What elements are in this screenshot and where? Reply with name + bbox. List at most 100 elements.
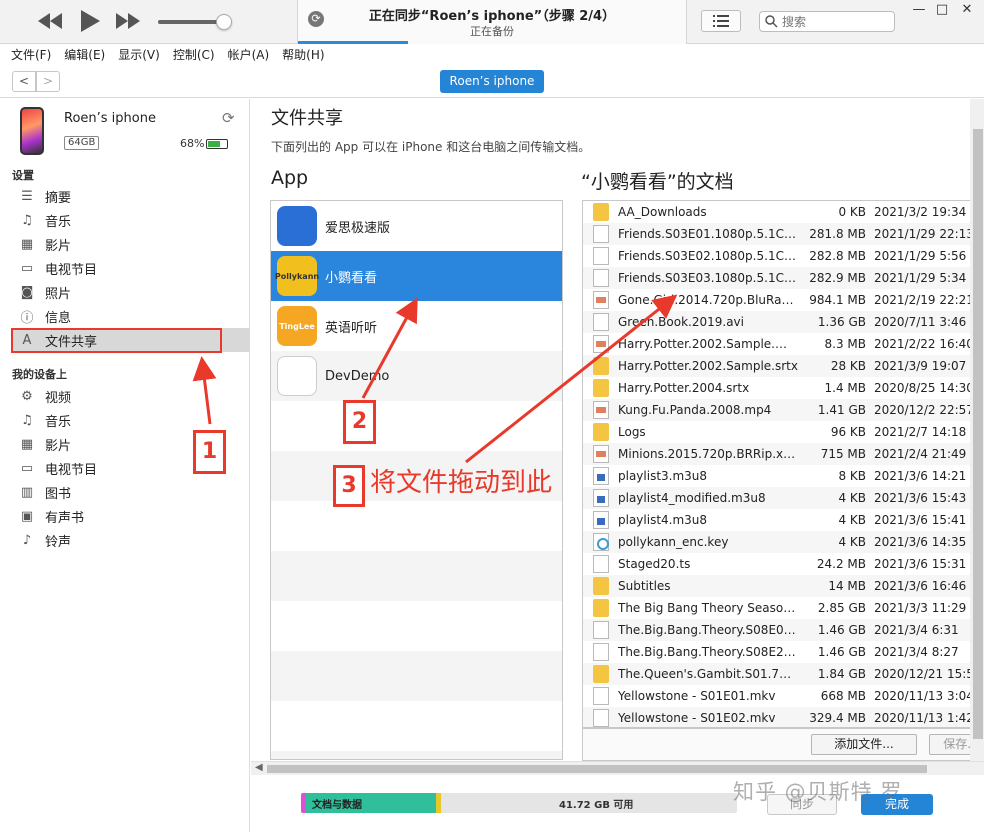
menu-account[interactable]: 帐户(A) xyxy=(228,46,270,63)
my-device-header: 我的设备上 xyxy=(12,368,67,381)
document-footer: 添加文件... 保存... xyxy=(582,728,984,761)
done-button[interactable]: 完成 xyxy=(861,794,933,815)
document-date: 2021/3/3 11:29 xyxy=(874,601,967,615)
document-size: 281.8 MB xyxy=(809,227,866,241)
document-row[interactable]: Friends.S03E01.1080p.5.1Ch.... 281.8 MB 20… xyxy=(583,223,984,245)
device-sync-icon[interactable]: ⟳ xyxy=(222,109,235,127)
minimize-button[interactable]: — xyxy=(908,2,930,18)
folder-icon xyxy=(593,599,609,617)
sync-subtitle: 正在备份 xyxy=(470,25,514,38)
music-icon: ♫ xyxy=(21,412,33,428)
device-name: Roen’s iphone xyxy=(64,111,156,126)
document-date: 2021/3/6 15:41 xyxy=(874,513,967,527)
document-row[interactable]: Green.Book.2019.avi 1.36 GB 2020/7/11 3:46 xyxy=(583,311,984,333)
document-row[interactable]: Harry.Potter.2004.srtx 1.4 MB 2020/8/25 14… xyxy=(583,377,984,399)
scroll-left-icon[interactable]: ◀ xyxy=(255,762,263,773)
document-name: The.Big.Bang.Theory.S08E03.... xyxy=(618,623,798,637)
search-field[interactable] xyxy=(759,11,895,32)
document-row[interactable]: playlist4.m3u8 4 KB 2021/3/6 15:41 xyxy=(583,509,984,531)
back-button[interactable]: < xyxy=(12,71,36,92)
forward-button[interactable] xyxy=(114,8,142,34)
vertical-scrollbar[interactable] xyxy=(970,99,984,761)
document-row[interactable]: playlist4_modified.m3u8 4 KB 2021/3/6 15:4… xyxy=(583,487,984,509)
document-row[interactable]: playlist3.m3u8 8 KB 2021/3/6 14:21 xyxy=(583,465,984,487)
video-icon xyxy=(593,401,609,419)
sidebar-item[interactable]: A 文件共享 xyxy=(12,328,250,352)
document-size: 14 MB xyxy=(828,579,866,593)
device-button[interactable]: Roen’s iphone xyxy=(440,70,544,93)
file-icon xyxy=(593,247,609,265)
sidebar-item[interactable]: ♫ 音乐 xyxy=(12,408,250,432)
document-row[interactable]: Harry.Potter.2002.Sample.srtx 28 KB 2021/3… xyxy=(583,355,984,377)
sidebar-item-label: 摘要 xyxy=(45,190,72,206)
sidebar-item[interactable]: ⚙ 视频 xyxy=(12,384,250,408)
document-size: 1.36 GB xyxy=(817,315,866,329)
video-icon xyxy=(593,335,609,353)
menu-controls[interactable]: 控制(C) xyxy=(173,46,215,63)
sync-title: 正在同步“Roen’s iphone”（步骤 2/4） xyxy=(368,9,616,24)
horizontal-scroll-thumb[interactable] xyxy=(267,765,927,773)
menu-edit[interactable]: 编辑(E) xyxy=(64,46,105,63)
app-list-item[interactable]: 爱思极速版 xyxy=(271,201,562,251)
sidebar-item[interactable]: ♪ 铃声 xyxy=(12,528,250,552)
document-row[interactable]: Yellowstone - S01E02.mkv 329.4 MB 2020/11/… xyxy=(583,707,984,727)
summary-icon: ☰ xyxy=(21,188,33,204)
rewind-button[interactable] xyxy=(36,8,64,34)
document-row[interactable]: The Big Bang Theory Season 1 2.85 GB 2021/… xyxy=(583,597,984,619)
volume-slider[interactable] xyxy=(158,14,232,30)
document-row[interactable]: Harry.Potter.2002.Sample.mp4 8.3 MB 2021/2… xyxy=(583,333,984,355)
document-row[interactable]: Kung.Fu.Panda.2008.mp4 1.41 GB 2020/12/2 2… xyxy=(583,399,984,421)
document-row[interactable]: Staged20.ts 24.2 MB 2021/3/6 15:31 xyxy=(583,553,984,575)
document-row[interactable]: Friends.S03E03.1080p.5.1Ch.... 282.9 MB 20… xyxy=(583,267,984,289)
document-row[interactable]: The.Big.Bang.Theory.S08E03.... 1.46 GB 202… xyxy=(583,619,984,641)
document-size: 0 KB xyxy=(838,205,866,219)
sidebar-item[interactable]: ▦ 影片 xyxy=(12,232,250,256)
sidebar-item[interactable]: ☰ 摘要 xyxy=(12,184,250,208)
pl-icon xyxy=(593,467,609,485)
document-row[interactable]: Subtitles 14 MB 2021/3/6 16:46 xyxy=(583,575,984,597)
list-view-button[interactable] xyxy=(701,10,741,32)
app-list-item[interactable]: Pollykann 小鹦看看 xyxy=(271,251,562,301)
document-row[interactable]: pollykann_enc.key 4 KB 2021/3/6 14:35 xyxy=(583,531,984,553)
horizontal-scrollbar[interactable]: ◀ xyxy=(251,761,984,775)
sidebar-item[interactable]: ⓘ 信息 xyxy=(12,304,250,328)
document-row[interactable]: The.Queen's.Gambit.S01.720.... 1.84 GB 202… xyxy=(583,663,984,685)
document-name: Harry.Potter.2004.srtx xyxy=(618,381,750,395)
menu-view[interactable]: 显示(V) xyxy=(118,46,160,63)
document-row[interactable]: Minions.2015.720p.BRRip.x2... 715 MB 2021/… xyxy=(583,443,984,465)
sidebar-item[interactable]: ◙ 照片 xyxy=(12,280,250,304)
document-row[interactable]: Logs 96 KB 2021/2/7 14:18 xyxy=(583,421,984,443)
maximize-button[interactable]: □ xyxy=(931,2,953,18)
document-date: 2020/7/11 3:46 xyxy=(874,315,967,329)
menu-help[interactable]: 帮助(H) xyxy=(282,46,324,63)
forward-nav-button[interactable]: > xyxy=(36,71,60,92)
sidebar-item[interactable]: ▥ 图书 xyxy=(12,480,250,504)
play-button[interactable] xyxy=(76,8,104,34)
close-button[interactable]: ✕ xyxy=(956,2,978,18)
sidebar-item[interactable]: ▭ 电视节目 xyxy=(12,256,250,280)
step-3-badge: 3 xyxy=(333,465,365,507)
volume-knob[interactable] xyxy=(216,14,232,30)
document-row[interactable]: Gone.Girl.2014.720p.BluRay.... 984.1 MB 20… xyxy=(583,289,984,311)
sidebar-item-label: 铃声 xyxy=(45,534,72,550)
document-name: Staged20.ts xyxy=(618,557,691,571)
search-icon xyxy=(765,15,778,28)
add-file-button[interactable]: 添加文件... xyxy=(811,734,917,755)
app-list-item[interactable]: DevDemo xyxy=(271,351,562,401)
sidebar-item-label: 视频 xyxy=(45,390,72,406)
document-row[interactable]: AA_Downloads 0 KB 2021/3/2 19:34 xyxy=(583,201,984,223)
document-row[interactable]: Friends.S03E02.1080p.5.1Ch.... 282.8 MB 20… xyxy=(583,245,984,267)
document-row[interactable]: Yellowstone - S01E01.mkv 668 MB 2020/11/13… xyxy=(583,685,984,707)
folder-icon xyxy=(593,357,609,375)
sidebar-item[interactable]: ▣ 有声书 xyxy=(12,504,250,528)
tv-icon: ▭ xyxy=(20,260,34,276)
vertical-scroll-thumb[interactable] xyxy=(973,129,983,739)
search-input[interactable] xyxy=(782,14,882,29)
sidebar-item[interactable]: ♫ 音乐 xyxy=(12,208,250,232)
app-list-item[interactable]: TingLee 英语听听 xyxy=(271,301,562,351)
document-row[interactable]: The.Big.Bang.Theory.S08E23.... 1.46 GB 202… xyxy=(583,641,984,663)
sync-button[interactable]: 同步 xyxy=(767,794,837,815)
document-date: 2020/11/13 1:42 xyxy=(874,711,974,725)
menu-file[interactable]: 文件(F) xyxy=(11,46,51,63)
document-list[interactable]: AA_Downloads 0 KB 2021/3/2 19:34 Friends.S0… xyxy=(582,200,984,728)
